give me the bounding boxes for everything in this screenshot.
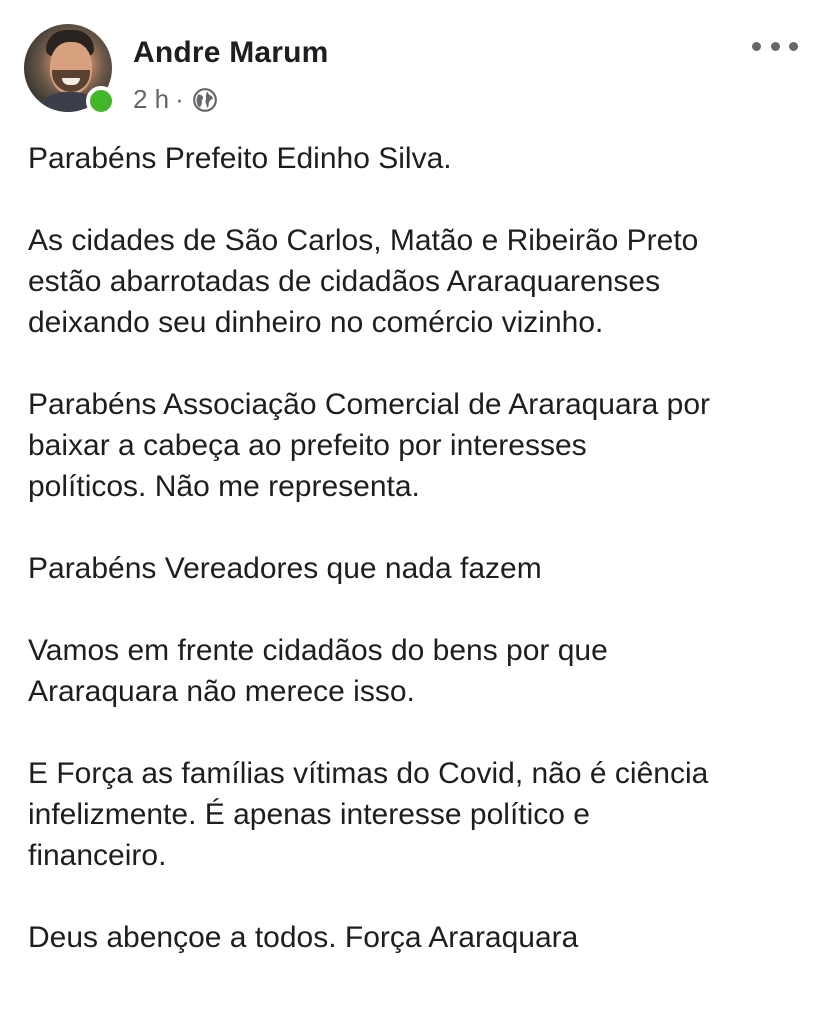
- post-paragraph: Vamos em frente cidadãos do bens por que…: [28, 634, 608, 708]
- post-body: Parabéns Prefeito Edinho Silva. As cidad…: [28, 138, 808, 999]
- post-paragraph: Parabéns Vereadores que nada fazem: [28, 552, 542, 585]
- post-paragraph: Deus abençoe a todos. Força Araraquara: [28, 921, 579, 954]
- post-paragraph: As cidades de São Carlos, Matão e Ribeir…: [28, 224, 699, 339]
- post-header: Andre Marum 2 h ·: [0, 0, 819, 130]
- meta-separator: ·: [175, 84, 184, 114]
- globe-icon[interactable]: [192, 87, 218, 113]
- post-timestamp[interactable]: 2 h: [133, 84, 169, 115]
- post-paragraph: Parabéns Prefeito Edinho Silva.: [28, 142, 452, 175]
- post-paragraph: Parabéns Associação Comercial de Araraqu…: [28, 388, 711, 503]
- post-meta: 2 h ·: [133, 84, 218, 115]
- more-options-button[interactable]: [752, 34, 798, 58]
- post-paragraph: E Força as famílias vítimas do Covid, nã…: [28, 757, 709, 872]
- online-status-indicator: [86, 86, 116, 116]
- more-horizontal-icon: [789, 41, 798, 51]
- more-horizontal-icon: [752, 41, 761, 51]
- more-horizontal-icon: [770, 41, 780, 51]
- author-name[interactable]: Andre Marum: [133, 36, 329, 70]
